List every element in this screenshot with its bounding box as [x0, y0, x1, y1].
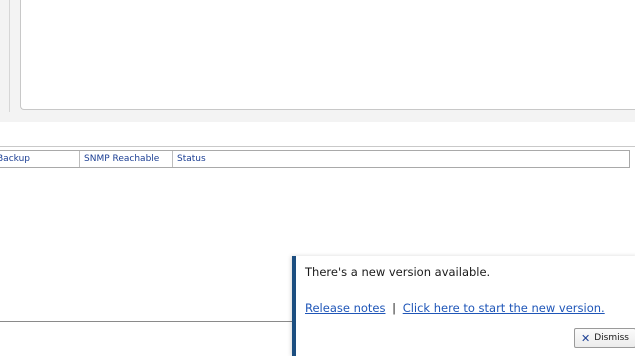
- grid-header: Backup SNMP Reachable Status: [0, 150, 630, 168]
- section-divider: [0, 146, 635, 147]
- release-notes-link[interactable]: Release notes: [305, 301, 386, 315]
- notification-links: Release notes | Click here to start the …: [305, 301, 605, 315]
- details-area[interactable]: [20, 0, 635, 110]
- column-header-status[interactable]: Status: [173, 151, 629, 167]
- column-header-snmp-reachable[interactable]: SNMP Reachable: [80, 151, 173, 167]
- start-new-version-link[interactable]: Click here to start the new version.: [403, 301, 605, 315]
- link-separator: |: [392, 301, 397, 315]
- update-notification: There's a new version available. Release…: [292, 256, 635, 356]
- dismiss-label: Dismiss: [594, 333, 629, 343]
- dismiss-button[interactable]: ✕ Dismiss: [574, 328, 635, 348]
- notification-message: There's a new version available.: [305, 265, 491, 279]
- close-icon: ✕: [581, 331, 591, 345]
- bottom-divider: [0, 321, 300, 322]
- panel-edge-divider: [9, 0, 10, 112]
- upper-panel: [0, 0, 635, 122]
- column-header-backup[interactable]: Backup: [0, 151, 80, 167]
